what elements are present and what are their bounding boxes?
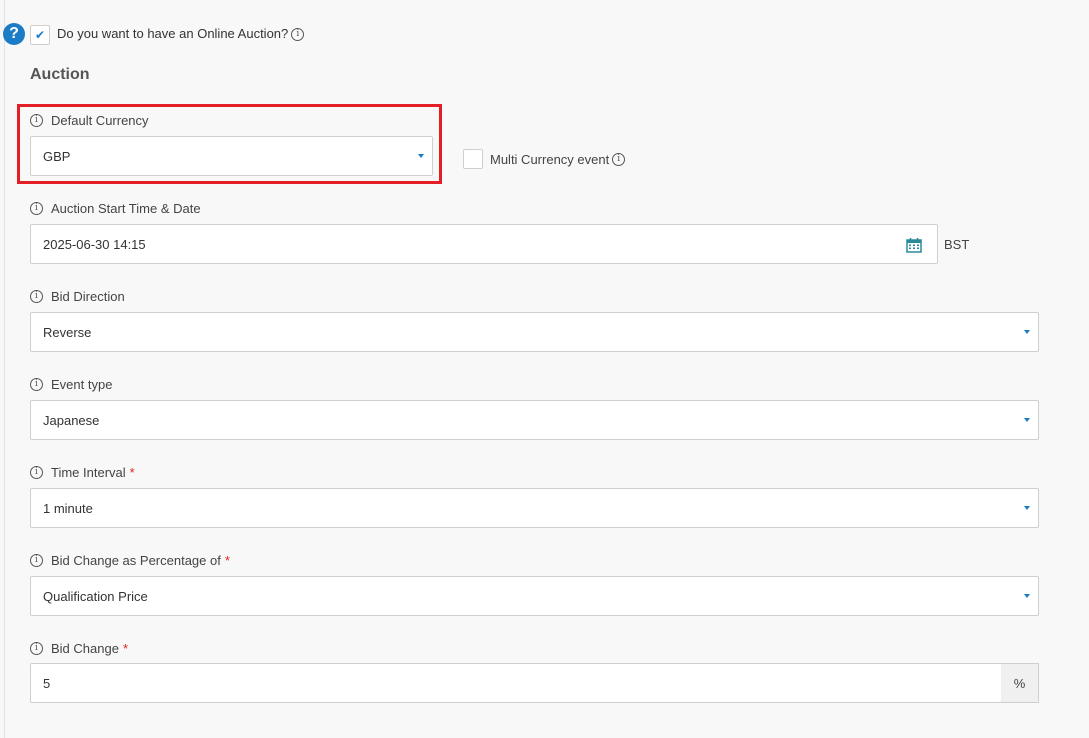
event-type-label: i Event type	[30, 377, 112, 392]
left-divider	[4, 0, 5, 738]
section-title: Auction	[30, 66, 90, 83]
info-icon[interactable]: i	[291, 28, 305, 42]
bid-change-pct-select[interactable]: Qualification Price	[30, 576, 1039, 616]
info-icon[interactable]: i	[30, 114, 43, 127]
start-time-input[interactable]: 2025-06-30 14:15	[30, 224, 938, 264]
chevron-down-icon	[1024, 418, 1030, 422]
bid-change-input[interactable]: 5	[30, 663, 1002, 703]
bid-direction-select[interactable]: Reverse	[30, 312, 1039, 352]
chevron-down-icon	[1024, 594, 1030, 598]
bid-direction-label: i Bid Direction	[30, 289, 125, 304]
info-icon[interactable]: i	[612, 153, 626, 166]
timezone-label: BST	[944, 237, 970, 252]
default-currency-select[interactable]: GBP	[30, 136, 433, 176]
required-marker: *	[122, 641, 129, 656]
info-icon[interactable]: i	[30, 378, 43, 391]
online-auction-label: Do you want to have an Online Auction? i	[57, 26, 305, 42]
online-auction-checkbox[interactable]: ✔	[30, 25, 50, 45]
info-icon[interactable]: i	[30, 202, 43, 215]
info-icon[interactable]: i	[30, 554, 43, 567]
help-icon[interactable]: ?	[3, 23, 25, 45]
required-marker: *	[224, 553, 230, 568]
start-time-label: i Auction Start Time & Date	[30, 201, 201, 216]
checkmark-icon: ✔	[34, 28, 46, 42]
bid-change-label: i Bid Change *	[30, 641, 128, 656]
percent-addon: %	[1001, 663, 1039, 703]
event-type-select[interactable]: Japanese	[30, 400, 1039, 440]
multi-currency-checkbox[interactable]	[463, 149, 483, 169]
time-interval-select[interactable]: 1 minute	[30, 488, 1039, 528]
chevron-down-icon	[418, 154, 424, 158]
required-marker: *	[129, 465, 135, 480]
bid-change-pct-label: i Bid Change as Percentage of *	[30, 553, 230, 568]
chevron-down-icon	[1024, 330, 1030, 334]
multi-currency-label: Multi Currency event i	[490, 152, 626, 167]
info-icon[interactable]: i	[30, 642, 43, 655]
time-interval-label: i Time Interval *	[30, 465, 135, 480]
chevron-down-icon	[1024, 506, 1030, 510]
info-icon[interactable]: i	[30, 466, 43, 479]
info-icon[interactable]: i	[30, 290, 43, 303]
default-currency-label: i Default Currency	[30, 113, 149, 128]
calendar-icon[interactable]	[906, 237, 922, 253]
